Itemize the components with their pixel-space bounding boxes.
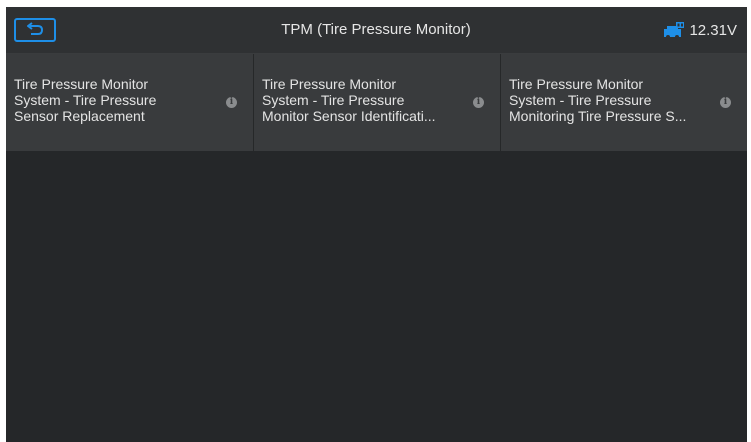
info-icon[interactable]: i xyxy=(473,97,484,108)
battery-voltage: 12.31V xyxy=(663,7,737,53)
back-arrow-icon xyxy=(27,22,44,35)
info-icon[interactable]: i xyxy=(226,97,237,108)
menu-item-label: Tire Pressure Monitor System - Tire Pres… xyxy=(509,76,687,124)
vehicle-battery-icon xyxy=(664,22,685,39)
back-button[interactable] xyxy=(14,18,56,42)
menu-item-sensor-identification[interactable]: Tire Pressure Monitor System - Tire Pres… xyxy=(253,54,500,151)
function-menu: Tire Pressure Monitor System - Tire Pres… xyxy=(6,54,747,151)
voltage-value: 12.31V xyxy=(689,21,737,39)
header-bar: TPM (Tire Pressure Monitor) 12.31V xyxy=(6,7,747,54)
menu-item-sensor-replacement[interactable]: Tire Pressure Monitor System - Tire Pres… xyxy=(6,54,253,151)
page-title: TPM (Tire Pressure Monitor) xyxy=(281,21,471,38)
info-icon[interactable]: i xyxy=(720,97,731,108)
menu-item-monitoring-tire-pressure[interactable]: Tire Pressure Monitor System - Tire Pres… xyxy=(500,54,747,151)
screen: TPM (Tire Pressure Monitor) 12.31V Tire … xyxy=(6,7,747,442)
menu-item-label: Tire Pressure Monitor System - Tire Pres… xyxy=(262,76,436,124)
menu-item-label: Tire Pressure Monitor System - Tire Pres… xyxy=(14,76,157,124)
